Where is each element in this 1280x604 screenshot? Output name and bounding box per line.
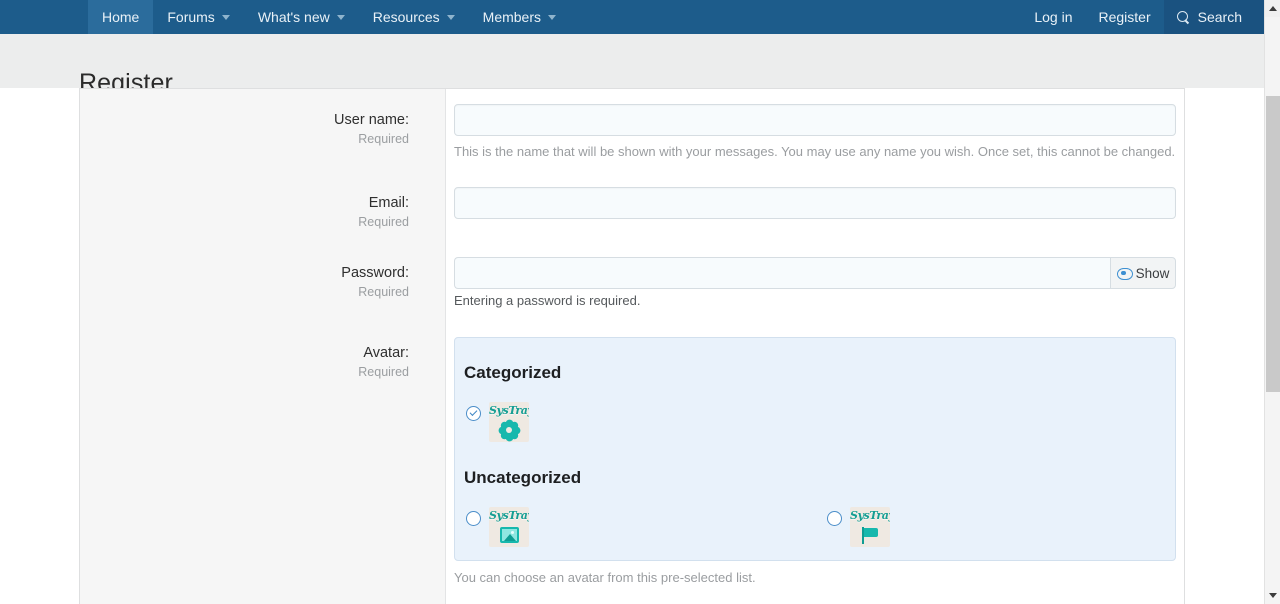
gear-icon — [489, 420, 529, 440]
password-show-button-label: Show — [1136, 266, 1170, 281]
password-required-note: Required — [79, 284, 409, 300]
chevron-up-icon — [1269, 6, 1277, 11]
nav-item-home[interactable]: Home — [88, 0, 153, 34]
nav-item-members-label: Members — [483, 10, 541, 24]
nav-item-whats-new[interactable]: What's new — [244, 0, 359, 34]
nav-item-resources[interactable]: Resources — [359, 0, 469, 34]
avatar-thumbnail-gear[interactable]: SysTray — [489, 402, 529, 442]
register-button-label: Register — [1099, 10, 1151, 24]
nav-item-whats-new-label: What's new — [258, 10, 330, 24]
avatar-brand-text: SysTray — [850, 509, 890, 522]
avatar-radio-selected[interactable] — [466, 406, 481, 421]
avatar-chooser: Categorized SysTray Uncategorized SysTra… — [454, 337, 1176, 561]
nav-item-home-label: Home — [102, 10, 139, 24]
nav-item-forums-label: Forums — [167, 10, 214, 24]
chevron-down-icon — [337, 15, 345, 20]
register-page: Home› Register Home Forums What's new Re… — [0, 0, 1280, 604]
avatar-thumbnail-picture[interactable]: SysTray — [489, 507, 529, 547]
login-button[interactable]: Log in — [1021, 0, 1085, 34]
avatar-option-systray-gear[interactable]: SysTray — [466, 402, 529, 442]
navbar-primary-links: Home Forums What's new Resources Members — [88, 0, 570, 34]
avatar-required-note: Required — [79, 364, 409, 380]
avatar-group-title-categorized: Categorized — [464, 363, 561, 383]
nav-item-forums[interactable]: Forums — [153, 0, 243, 34]
avatar-option-systray-flag[interactable]: SysTray — [827, 507, 890, 547]
avatar-radio-unselected[interactable] — [827, 511, 842, 526]
username-label-block: User name: Required — [79, 112, 409, 147]
chevron-down-icon — [1269, 593, 1277, 598]
scrollbar-up-button[interactable] — [1265, 0, 1280, 17]
main-navbar: Home Forums What's new Resources Members… — [0, 0, 1264, 34]
username-label: User name: — [79, 112, 409, 129]
navbar-secondary-links: Log in Register Search — [1021, 0, 1264, 34]
title-band — [0, 44, 1264, 88]
email-input[interactable] — [454, 187, 1176, 219]
avatar-label: Avatar: — [79, 345, 409, 362]
nav-item-members[interactable]: Members — [469, 0, 570, 34]
chevron-down-icon — [548, 15, 556, 20]
search-button[interactable]: Search — [1164, 0, 1264, 34]
password-input[interactable] — [454, 257, 1110, 289]
register-button[interactable]: Register — [1086, 0, 1164, 34]
password-label: Password: — [79, 265, 409, 282]
password-field-group: Show — [454, 257, 1176, 289]
password-label-block: Password: Required — [79, 265, 409, 300]
login-button-label: Log in — [1034, 10, 1072, 24]
avatar-radio-unselected[interactable] — [466, 511, 481, 526]
avatar-brand-text: SysTray — [489, 404, 529, 417]
vertical-scrollbar[interactable] — [1264, 0, 1280, 604]
password-hint: Entering a password is required. — [454, 293, 640, 308]
username-hint: This is the name that will be shown with… — [454, 144, 1175, 159]
email-label: Email: — [79, 195, 409, 212]
search-icon — [1177, 11, 1190, 24]
avatar-group-title-uncategorized: Uncategorized — [464, 468, 581, 488]
nav-item-resources-label: Resources — [373, 10, 440, 24]
email-label-block: Email: Required — [79, 195, 409, 230]
avatar-option-systray-picture[interactable]: SysTray — [466, 507, 529, 547]
email-required-note: Required — [79, 214, 409, 230]
picture-icon — [489, 525, 529, 545]
password-show-button[interactable]: Show — [1110, 257, 1176, 289]
chevron-down-icon — [447, 15, 455, 20]
eye-icon — [1117, 268, 1131, 278]
avatar-brand-text: SysTray — [489, 509, 529, 522]
search-button-label: Search — [1198, 10, 1242, 24]
avatar-thumbnail-flag[interactable]: SysTray — [850, 507, 890, 547]
flag-icon — [850, 525, 890, 545]
avatar-hint: You can choose an avatar from this pre-s… — [454, 570, 756, 585]
scrollbar-down-button[interactable] — [1265, 587, 1280, 604]
username-required-note: Required — [79, 131, 409, 147]
chevron-down-icon — [222, 15, 230, 20]
scrollbar-thumb[interactable] — [1266, 96, 1280, 392]
username-input[interactable] — [454, 104, 1176, 136]
avatar-label-block: Avatar: Required — [79, 345, 409, 380]
